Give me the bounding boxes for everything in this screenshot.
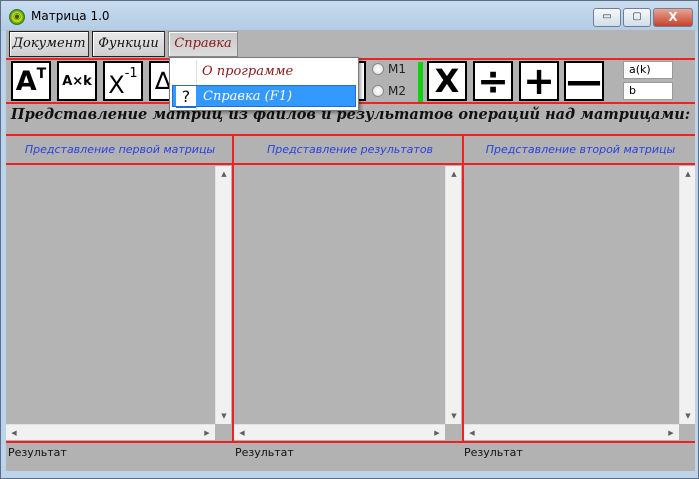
scroll-left-icon[interactable]: ◀ <box>234 425 250 441</box>
help-dropdown-menu: О программе ? Справка (F1) <box>169 57 359 111</box>
scroll-up-icon[interactable]: ▲ <box>216 166 232 182</box>
second-vscroll[interactable]: ▲ ▼ <box>679 166 695 424</box>
panel-header-results: Представление результатов <box>266 143 434 156</box>
menu-item-about[interactable]: О программе <box>172 61 356 83</box>
close-button[interactable]: X <box>653 8 693 27</box>
maximize-button[interactable]: ▢ <box>623 8 651 27</box>
result-label-results: Результат <box>235 446 294 459</box>
menu-item-help-f1[interactable]: ? Справка (F1) <box>172 85 356 108</box>
radio-m1-label: M1 <box>388 62 406 76</box>
divider-bottom <box>6 441 695 443</box>
panel-header-second: Представление второй матрицы <box>485 143 676 156</box>
radio-m2[interactable]: M2 <box>372 84 406 98</box>
app-icon: ◉ <box>9 9 25 25</box>
inverse-sup: -1 <box>124 66 138 81</box>
green-separator <box>418 62 423 102</box>
client-area: Документ Функции Справка AT A×k X-1 ∆ y … <box>6 30 695 471</box>
menu-item-help-f1-label: Справка (F1) <box>203 89 293 104</box>
subtract-button[interactable]: — <box>564 61 604 102</box>
transpose-sup: T <box>36 66 47 82</box>
scroll-down-icon[interactable]: ▼ <box>680 408 695 424</box>
menu-item-about-label: О программе <box>202 64 294 79</box>
divide-button[interactable]: ÷ <box>473 59 513 103</box>
app-window: ◉ Матрица 1.0 ▭ ▢ X Документ Функции Спр… <box>0 0 699 479</box>
divider-panel-headers <box>6 163 695 165</box>
inverse-button[interactable]: X -1 <box>103 61 143 101</box>
menu-help[interactable]: Справка <box>168 31 238 57</box>
results-panel[interactable]: ▲ ▼ ◀ ▶ <box>234 166 462 440</box>
first-matrix-panel[interactable]: ▲ ▼ ◀ ▶ <box>6 166 232 440</box>
menu-functions[interactable]: Функции <box>92 31 165 57</box>
menu-bar: Документ Функции Справка <box>6 30 695 59</box>
radio-m1[interactable]: M1 <box>372 62 406 76</box>
second-matrix-panel[interactable]: ▲ ▼ ◀ ▶ <box>464 166 695 440</box>
result-label-second: Результат <box>464 446 523 459</box>
second-hscroll[interactable]: ◀ ▶ <box>464 424 679 440</box>
radio-m2-circle <box>372 85 384 97</box>
transpose-base: A <box>15 65 37 97</box>
first-hscroll[interactable]: ◀ ▶ <box>6 424 215 440</box>
minimize-button[interactable]: ▭ <box>593 8 621 27</box>
panel-header-first: Представление первой матрицы <box>24 143 216 156</box>
inverse-base: X <box>108 71 125 99</box>
scroll-right-icon[interactable]: ▶ <box>199 425 215 441</box>
multiply-scalar-button[interactable]: A×k <box>57 61 97 101</box>
scroll-right-icon[interactable]: ▶ <box>429 425 445 441</box>
scroll-left-icon[interactable]: ◀ <box>6 425 22 441</box>
coefficient-input[interactable]: a(k) <box>623 61 673 79</box>
help-question-icon: ? <box>176 86 196 108</box>
first-vscroll[interactable]: ▲ ▼ <box>215 166 231 424</box>
scroll-down-icon[interactable]: ▼ <box>216 408 232 424</box>
radio-m2-label: M2 <box>388 84 406 98</box>
result-label-first: Результат <box>8 446 67 459</box>
scroll-up-icon[interactable]: ▲ <box>680 166 695 182</box>
add-button[interactable]: + <box>519 59 559 103</box>
scroll-left-icon[interactable]: ◀ <box>464 425 480 441</box>
scroll-right-icon[interactable]: ▶ <box>663 425 679 441</box>
radio-m1-circle <box>372 63 384 75</box>
window-title: Матрица 1.0 <box>31 9 110 23</box>
divider-headline <box>6 134 695 136</box>
b-input[interactable]: b <box>623 82 673 100</box>
scroll-up-icon[interactable]: ▲ <box>446 166 462 182</box>
results-vscroll[interactable]: ▲ ▼ <box>445 166 461 424</box>
results-hscroll[interactable]: ◀ ▶ <box>234 424 445 440</box>
title-bar[interactable]: ◉ Матрица 1.0 ▭ ▢ X <box>1 1 698 31</box>
scroll-down-icon[interactable]: ▼ <box>446 408 462 424</box>
menu-document[interactable]: Документ <box>9 31 89 57</box>
transpose-button[interactable]: AT <box>11 61 51 101</box>
multiply-button[interactable]: X <box>427 61 467 101</box>
